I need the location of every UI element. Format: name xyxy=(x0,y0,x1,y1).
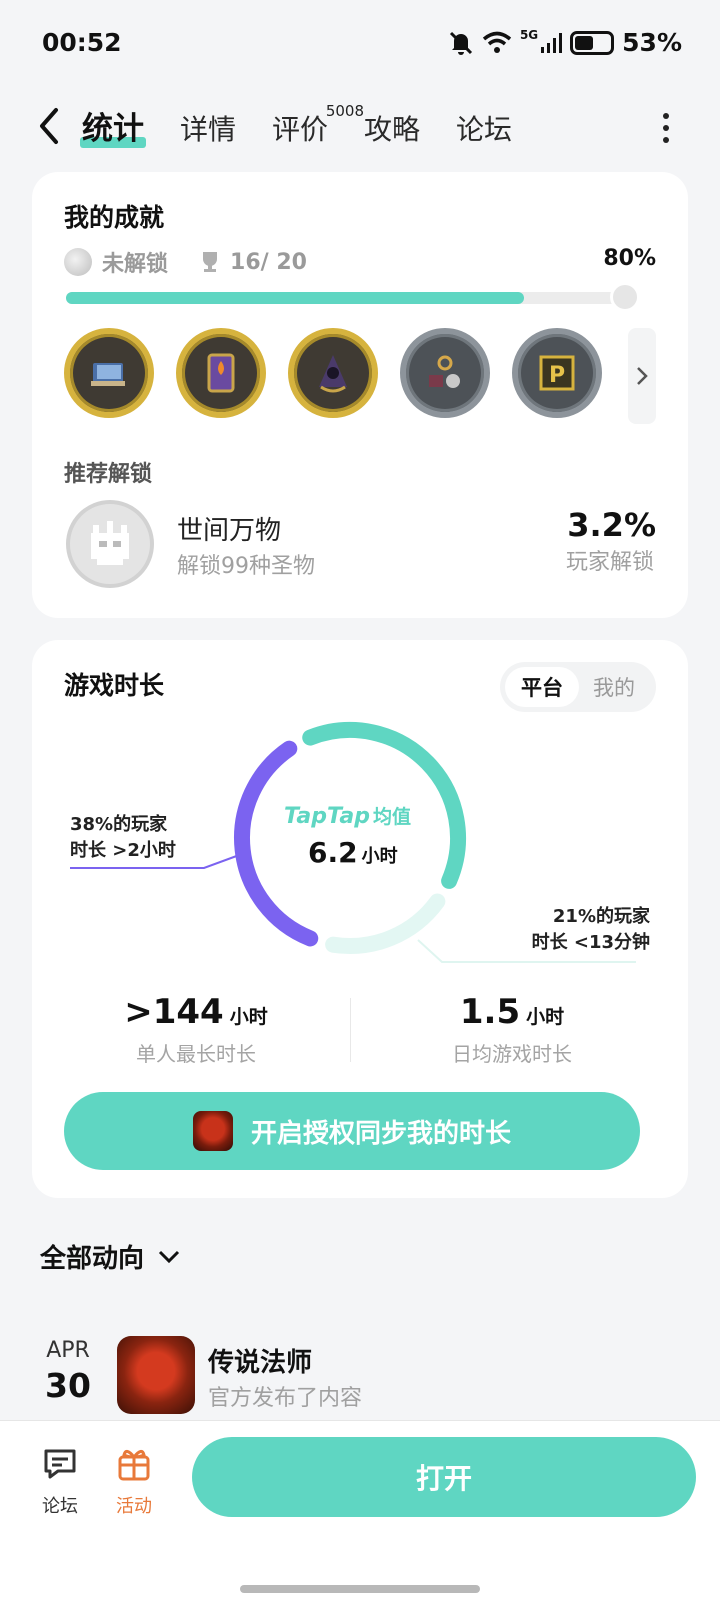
card-icon xyxy=(207,353,235,393)
battery-percent: 53% xyxy=(622,28,682,57)
recommend-title: 推荐解锁 xyxy=(64,462,153,487)
recommend-name: 世间万物 xyxy=(177,516,282,546)
locked-label: 未解锁 xyxy=(102,252,169,277)
achievements-title: 我的成就 xyxy=(64,203,165,232)
achievement-badge[interactable] xyxy=(64,328,154,418)
status-icons: 5G 53% xyxy=(448,28,682,57)
donut-segment-over-2h xyxy=(234,740,319,947)
feed-month: APR xyxy=(46,1338,90,1363)
wifi-icon xyxy=(482,31,512,53)
tab-reviews[interactable]: 评价 5008 xyxy=(272,102,364,148)
playtime-title: 游戏时长 xyxy=(64,671,165,700)
tab-forum[interactable]: 论坛 xyxy=(456,108,512,148)
progress-bar-fill xyxy=(66,292,524,304)
playtime-toggle: 平台 我的 xyxy=(500,662,656,712)
taptap-brand: TapTap 均值 xyxy=(284,804,411,829)
progress-bar xyxy=(66,292,638,304)
book-icon xyxy=(91,363,125,386)
feed-desc: 官方发布了内容 xyxy=(208,1386,363,1411)
bottom-bar: 论坛 活动 打开 xyxy=(0,1420,720,1610)
feed-game-avatar[interactable] xyxy=(117,1336,195,1414)
signal-icon xyxy=(541,32,563,53)
recommend-percent: 3.2% xyxy=(567,506,656,544)
recommend-percent-label: 玩家解锁 xyxy=(565,550,654,575)
toggle-platform[interactable]: 平台 xyxy=(505,667,579,707)
sync-playtime-button[interactable]: 开启授权同步我的时长 xyxy=(64,1092,640,1170)
locked-gem-icon xyxy=(64,248,92,276)
achievement-badge[interactable] xyxy=(400,328,490,418)
tab-guides[interactable]: 攻略 xyxy=(364,108,420,148)
tab-stats[interactable]: 统计 xyxy=(80,103,146,148)
battery-icon xyxy=(570,30,615,55)
feed-game-name[interactable]: 传说法师 xyxy=(208,1342,312,1379)
relic-robot-icon xyxy=(91,521,129,565)
achievement-badge[interactable] xyxy=(176,328,266,418)
status-time: 00:52 xyxy=(42,28,122,57)
tab-details[interactable]: 详情 xyxy=(180,108,236,148)
nav-forum[interactable]: 论坛 xyxy=(30,1443,90,1518)
network-label: 5G xyxy=(519,28,539,42)
svg-text:P: P xyxy=(549,363,565,388)
playtime-card: 游戏时长 平台 我的 TapTap 均值 6.2 小时 38%的玩家 时长 >2小时… xyxy=(32,640,688,1198)
feed-day: 30 xyxy=(45,1366,91,1405)
note-under-13m: 21%的玩家 时长 <13分钟 xyxy=(531,906,650,953)
mute-bell-icon xyxy=(449,31,473,55)
achievement-status: 未解锁 16/ 20 xyxy=(64,246,307,278)
reviews-count-badge: 5008 xyxy=(325,102,365,120)
stat-max-playtime: >144 小时 单人最长时长 xyxy=(124,992,268,1066)
more-menu-icon[interactable] xyxy=(662,110,670,143)
average-playtime: 6.2 小时 xyxy=(308,836,398,869)
progress-bar-end-marker xyxy=(610,282,640,312)
chevron-right-icon xyxy=(637,367,648,385)
note-over-2h: 38%的玩家 时长 >2小时 xyxy=(70,814,176,861)
forum-chat-icon xyxy=(44,1449,76,1479)
game-icon xyxy=(192,1111,233,1151)
chevron-down-icon xyxy=(158,1250,180,1263)
stat-daily-playtime: 1.5 小时 日均游戏时长 xyxy=(452,992,572,1066)
feed-filter[interactable]: 全部动向 xyxy=(40,1238,180,1275)
achievements-card: 我的成就 未解锁 16/ 20 80% P 推荐解锁 世间万物 解锁99种圣物 … xyxy=(32,172,688,618)
donut-segment-under-13m xyxy=(325,893,446,954)
amulet-icon xyxy=(429,355,460,388)
progress-percent: 80% xyxy=(603,246,656,271)
tab-bar: 统计 详情 评价 5008 攻略 论坛 xyxy=(80,102,548,148)
home-indicator[interactable] xyxy=(240,1585,480,1593)
trophy-icon xyxy=(203,252,218,272)
badge-list: P xyxy=(64,328,602,418)
open-game-button[interactable]: 打开 xyxy=(192,1437,696,1517)
progress-count: 16/ 20 xyxy=(230,249,307,275)
p-chest-icon: P xyxy=(539,355,575,391)
recommend-desc: 解锁99种圣物 xyxy=(177,554,315,579)
badges-next-button[interactable] xyxy=(628,328,656,424)
achievement-badge[interactable]: P xyxy=(512,328,602,418)
hooded-wizard-icon xyxy=(319,355,347,393)
toggle-mine[interactable]: 我的 xyxy=(577,667,651,707)
nav-activity[interactable]: 活动 xyxy=(104,1443,164,1518)
gift-icon xyxy=(118,1450,150,1481)
achievement-badge[interactable] xyxy=(288,328,378,418)
recommend-achievement-icon[interactable] xyxy=(66,500,154,588)
back-arrow-icon[interactable] xyxy=(34,106,64,146)
